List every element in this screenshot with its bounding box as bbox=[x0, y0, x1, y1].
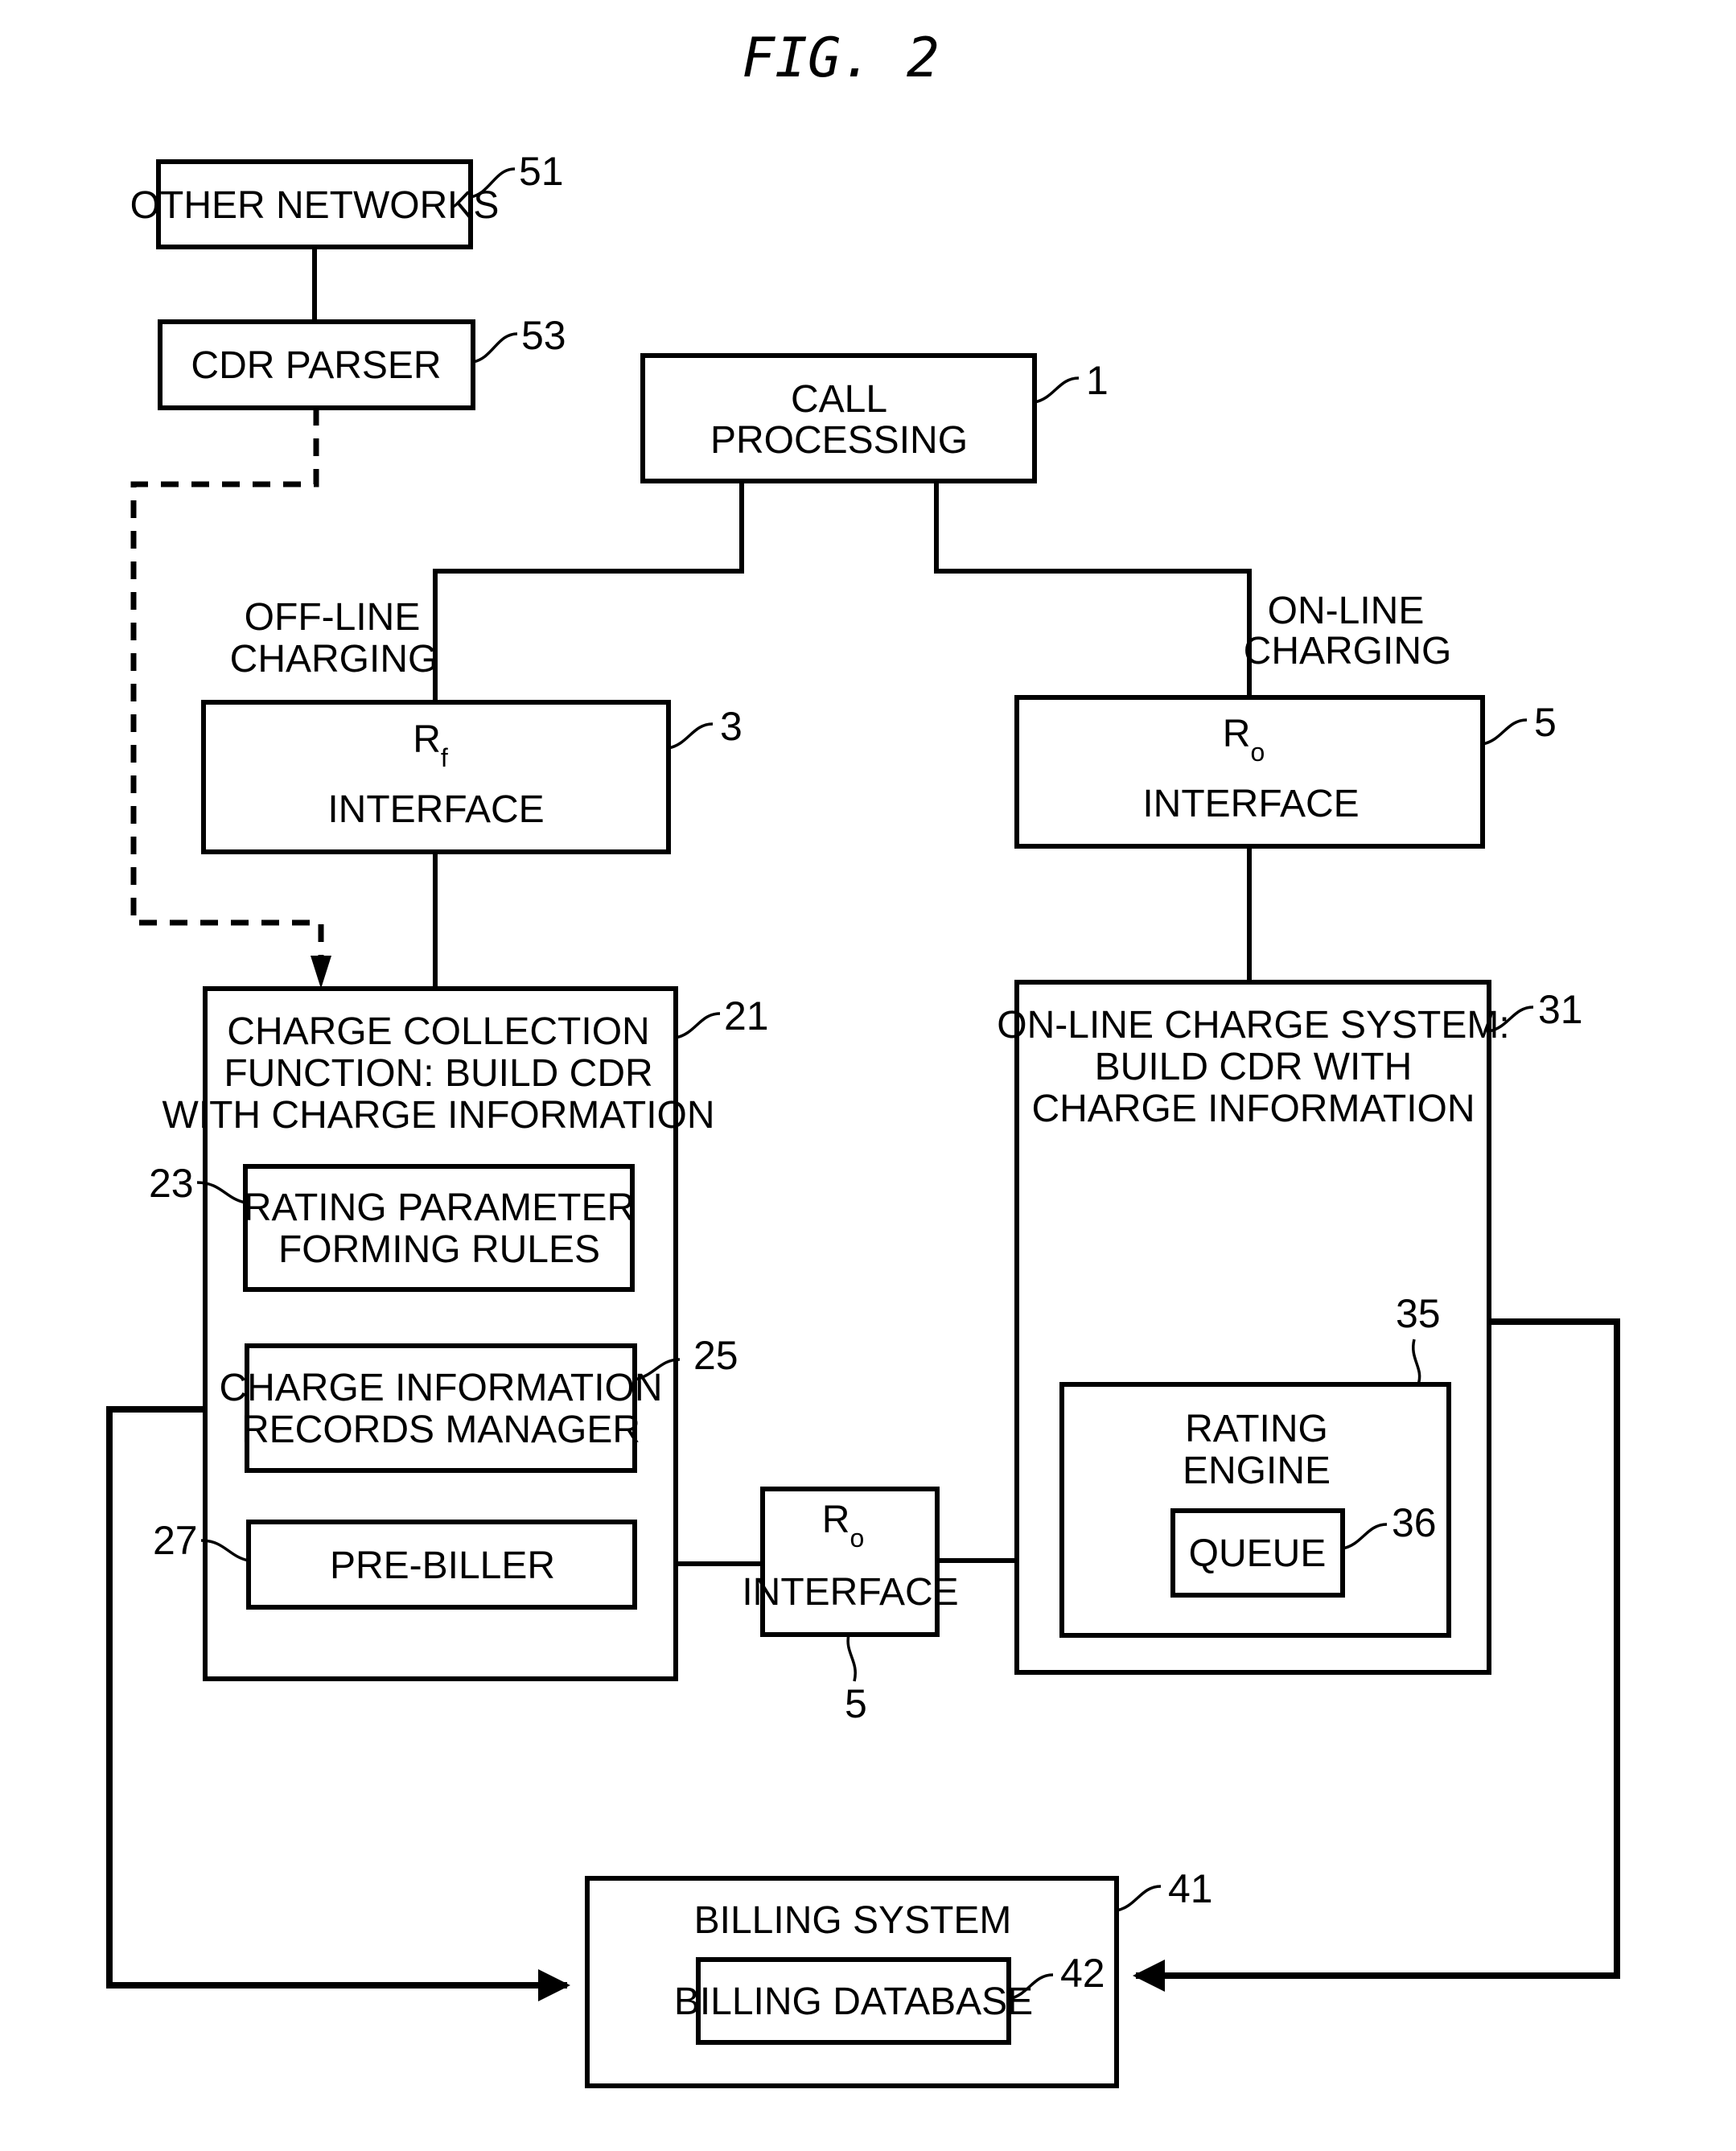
offline-charging-label-2: CHARGING bbox=[230, 638, 438, 681]
ref-35: 35 bbox=[1396, 1291, 1441, 1336]
call-processing-line2: PROCESSING bbox=[710, 419, 968, 462]
queue-label: QUEUE bbox=[1189, 1532, 1327, 1575]
ref-1: 1 bbox=[1086, 358, 1109, 403]
dashed-arrowhead bbox=[311, 956, 331, 989]
ro-top-subscript: o bbox=[1250, 738, 1265, 767]
block-call-processing: CALL PROCESSING 1 bbox=[640, 353, 1109, 483]
cirm-line1: CHARGE INFORMATION bbox=[219, 1367, 662, 1409]
ro-mid-symbol: R bbox=[822, 1499, 850, 1541]
rf-symbol: R bbox=[413, 718, 441, 761]
rf-interface-label: INTERFACE bbox=[327, 788, 544, 831]
ref-53: 53 bbox=[521, 313, 566, 358]
rf-subscript: f bbox=[441, 743, 448, 772]
pre-biller-label: PRE-BILLER bbox=[330, 1544, 555, 1587]
ocs-line3: CHARGE INFORMATION bbox=[1031, 1088, 1475, 1130]
connector-call-online bbox=[934, 481, 1252, 697]
ref-42: 42 bbox=[1060, 1951, 1105, 1996]
offline-charging-label-1: OFF-LINE bbox=[245, 596, 421, 639]
figure-title: FIG. 2 bbox=[742, 27, 940, 90]
ref-5-middle: 5 bbox=[845, 1681, 867, 1726]
ro-mid-subscript: o bbox=[849, 1524, 864, 1553]
block-ro-interface-top: Ro INTERFACE 5 bbox=[1014, 695, 1557, 849]
block-cdr-parser: CDR PARSER 53 bbox=[158, 313, 566, 410]
connector-call-offline bbox=[433, 481, 744, 702]
rating-parameter-line2: FORMING RULES bbox=[278, 1228, 600, 1271]
ref-41: 41 bbox=[1168, 1866, 1213, 1911]
cdr-parser-label: CDR PARSER bbox=[191, 344, 441, 387]
ccf-line3: WITH CHARGE INFORMATION bbox=[162, 1094, 714, 1137]
cirm-line2: RECORDS MANAGER bbox=[241, 1409, 640, 1451]
call-processing-line1: CALL bbox=[791, 378, 887, 421]
block-billing-system: BILLING SYSTEM 41 BILLING DATABASE 42 bbox=[585, 1866, 1213, 2088]
ref-21: 21 bbox=[724, 993, 769, 1038]
dashed-connector-parser-ccf bbox=[130, 408, 324, 969]
ccf-line1: CHARGE COLLECTION bbox=[227, 1010, 649, 1053]
other-networks-label: OTHER NETWORKS bbox=[130, 184, 500, 227]
ref-23: 23 bbox=[149, 1161, 194, 1206]
block-other-networks: OTHER NETWORKS 51 bbox=[130, 149, 564, 249]
ro-top-interface-label: INTERFACE bbox=[1142, 783, 1359, 825]
ref-3: 3 bbox=[720, 704, 743, 749]
ref-31: 31 bbox=[1538, 987, 1583, 1032]
ref-36: 36 bbox=[1392, 1500, 1437, 1545]
ref-51: 51 bbox=[519, 149, 564, 194]
ccf-line2: FUNCTION: BUILD CDR bbox=[224, 1052, 652, 1095]
ro-top-symbol: R bbox=[1223, 713, 1251, 755]
online-charging-label-1: ON-LINE bbox=[1268, 590, 1425, 632]
rating-engine-line2: ENGINE bbox=[1183, 1450, 1331, 1492]
rating-engine-line1: RATING bbox=[1185, 1408, 1328, 1450]
block-rf-interface: Rf INTERFACE 3 bbox=[201, 700, 743, 854]
rating-parameter-line1: RATING PARAMETER bbox=[244, 1187, 635, 1229]
block-ro-interface-middle: Ro INTERFACE 5 bbox=[742, 1487, 959, 1726]
online-charging-label-2: CHARGING bbox=[1244, 630, 1452, 672]
ref-27: 27 bbox=[153, 1518, 198, 1563]
billing-system-label: BILLING SYSTEM bbox=[694, 1899, 1012, 1942]
block-charge-collection-function: CHARGE COLLECTION FUNCTION: BUILD CDR WI… bbox=[149, 986, 769, 1681]
ref-25: 25 bbox=[693, 1333, 738, 1378]
ocs-line1: ON-LINE CHARGE SYSTEM: bbox=[997, 1004, 1509, 1047]
ref-5-top: 5 bbox=[1534, 700, 1557, 745]
block-online-charge-system: ON-LINE CHARGE SYSTEM: BUILD CDR WITH CH… bbox=[997, 980, 1583, 1675]
ro-mid-interface-label: INTERFACE bbox=[742, 1571, 958, 1614]
ocs-line2: BUILD CDR WITH bbox=[1095, 1046, 1413, 1088]
block-diagram: FIG. 2 OTHER NETWORKS 51 CDR PARSER 53 C… bbox=[106, 27, 1620, 2088]
billing-database-label: BILLING DATABASE bbox=[674, 1980, 1033, 2023]
